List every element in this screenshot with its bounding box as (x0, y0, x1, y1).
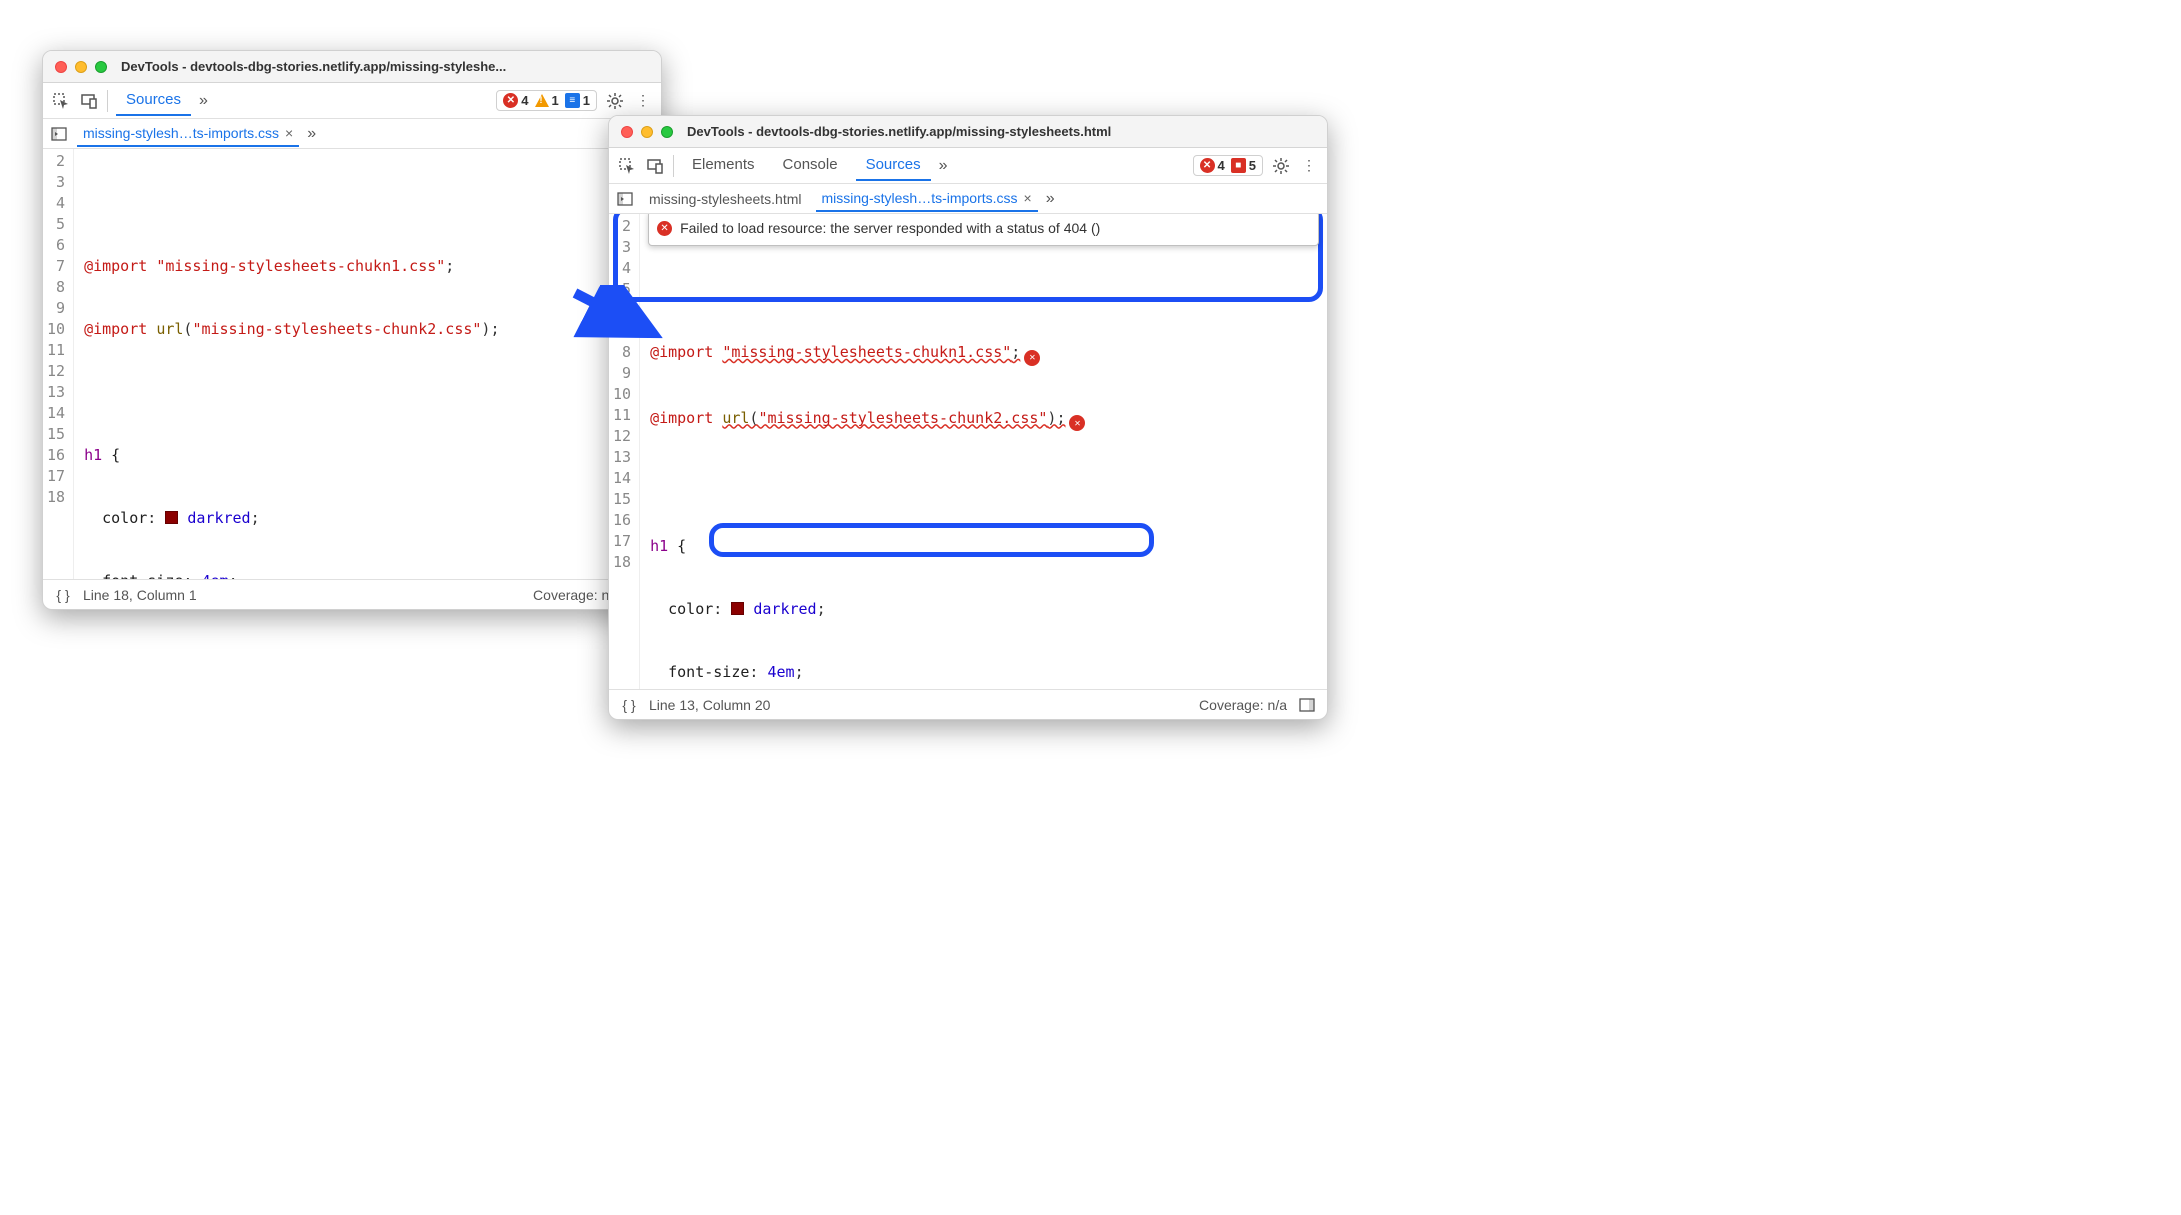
more-icon[interactable]: ⋮ (633, 91, 653, 111)
coverage-status: Coverage: n/a (1199, 697, 1287, 713)
file-tabbar: missing-stylesh…ts-imports.css × » (43, 119, 661, 149)
close-tab-icon[interactable]: × (285, 125, 293, 141)
error-icon: ✕ (657, 221, 672, 236)
panel-tab-console[interactable]: Console (773, 150, 848, 181)
error-badge[interactable]: ✕4 (1200, 158, 1225, 173)
close-window-icon[interactable] (621, 126, 633, 138)
navigator-toggle-icon[interactable] (49, 124, 69, 144)
divider (673, 155, 674, 177)
code-editor[interactable]: 23456789101112131415161718 @import "miss… (43, 149, 661, 579)
issues-badge[interactable]: ■5 (1231, 158, 1256, 173)
device-toolbar-icon[interactable] (79, 91, 99, 111)
gear-icon[interactable] (605, 91, 625, 111)
minimize-window-icon[interactable] (75, 61, 87, 73)
more-tabs-icon[interactable]: » (307, 125, 316, 143)
info-badge[interactable]: ≡1 (565, 93, 590, 108)
panel-tab-sources[interactable]: Sources (856, 150, 931, 181)
close-window-icon[interactable] (55, 61, 67, 73)
titlebar[interactable]: DevTools - devtools-dbg-stories.netlify.… (43, 51, 661, 83)
file-tab-css[interactable]: missing-stylesh…ts-imports.css × (816, 186, 1038, 212)
devtools-window-after: DevTools - devtools-dbg-stories.netlify.… (608, 115, 1328, 720)
more-panels-icon[interactable]: » (939, 157, 948, 175)
minimize-window-icon[interactable] (641, 126, 653, 138)
gutter: 23456789101112131415161718 (43, 149, 74, 579)
more-panels-icon[interactable]: » (199, 92, 208, 110)
format-icon[interactable]: { } (619, 695, 639, 715)
status-bar: { } Line 18, Column 1 Coverage: n/a (43, 579, 661, 609)
more-icon[interactable]: ⋮ (1299, 156, 1319, 176)
panel-tab-sources[interactable]: Sources (116, 85, 191, 116)
cursor-position: Line 18, Column 1 (83, 587, 197, 603)
gear-icon[interactable] (1271, 156, 1291, 176)
titlebar[interactable]: DevTools - devtools-dbg-stories.netlify.… (609, 116, 1327, 148)
file-tabbar: missing-stylesheets.html missing-stylesh… (609, 184, 1327, 214)
divider (107, 90, 108, 112)
code-area[interactable]: ✕ Failed to load resource: the server re… (640, 214, 1327, 689)
panel-tab-elements[interactable]: Elements (682, 150, 765, 181)
main-toolbar: Sources » ✕4 1 ≡1 ⋮ (43, 83, 661, 119)
code-editor[interactable]: 23456789101112131415161718 ✕ Failed to l… (609, 214, 1327, 689)
arrow-annotation (567, 285, 667, 348)
more-tabs-icon[interactable]: » (1046, 190, 1055, 208)
device-toolbar-icon[interactable] (645, 156, 665, 176)
format-icon[interactable]: { } (53, 585, 73, 605)
sidebar-toggle-icon[interactable] (1297, 695, 1317, 715)
inline-error-icon[interactable]: ✕ (1024, 350, 1040, 366)
file-tab-css[interactable]: missing-stylesh…ts-imports.css × (77, 121, 299, 147)
inspect-icon[interactable] (51, 91, 71, 111)
maximize-window-icon[interactable] (661, 126, 673, 138)
issue-badges[interactable]: ✕4 1 ≡1 (496, 90, 597, 111)
issue-badges[interactable]: ✕4 ■5 (1193, 155, 1263, 176)
navigator-toggle-icon[interactable] (615, 189, 635, 209)
window-title: DevTools - devtools-dbg-stories.netlify.… (687, 124, 1111, 139)
close-tab-icon[interactable]: × (1024, 190, 1032, 206)
cursor-position: Line 13, Column 20 (649, 697, 770, 713)
file-tab-html[interactable]: missing-stylesheets.html (643, 187, 808, 211)
warning-badge[interactable]: 1 (535, 93, 559, 108)
inline-error-icon[interactable]: ✕ (1069, 415, 1085, 431)
maximize-window-icon[interactable] (95, 61, 107, 73)
status-bar: { } Line 13, Column 20 Coverage: n/a (609, 689, 1327, 719)
inspect-icon[interactable] (617, 156, 637, 176)
error-tooltip: ✕ Failed to load resource: the server re… (648, 214, 1319, 246)
color-swatch[interactable] (165, 511, 178, 524)
main-toolbar: Elements Console Sources » ✕4 ■5 ⋮ (609, 148, 1327, 184)
code-area[interactable]: @import "missing-stylesheets-chukn1.css"… (74, 149, 661, 579)
window-title: DevTools - devtools-dbg-stories.netlify.… (121, 59, 506, 74)
color-swatch[interactable] (731, 602, 744, 615)
error-badge[interactable]: ✕4 (503, 93, 528, 108)
